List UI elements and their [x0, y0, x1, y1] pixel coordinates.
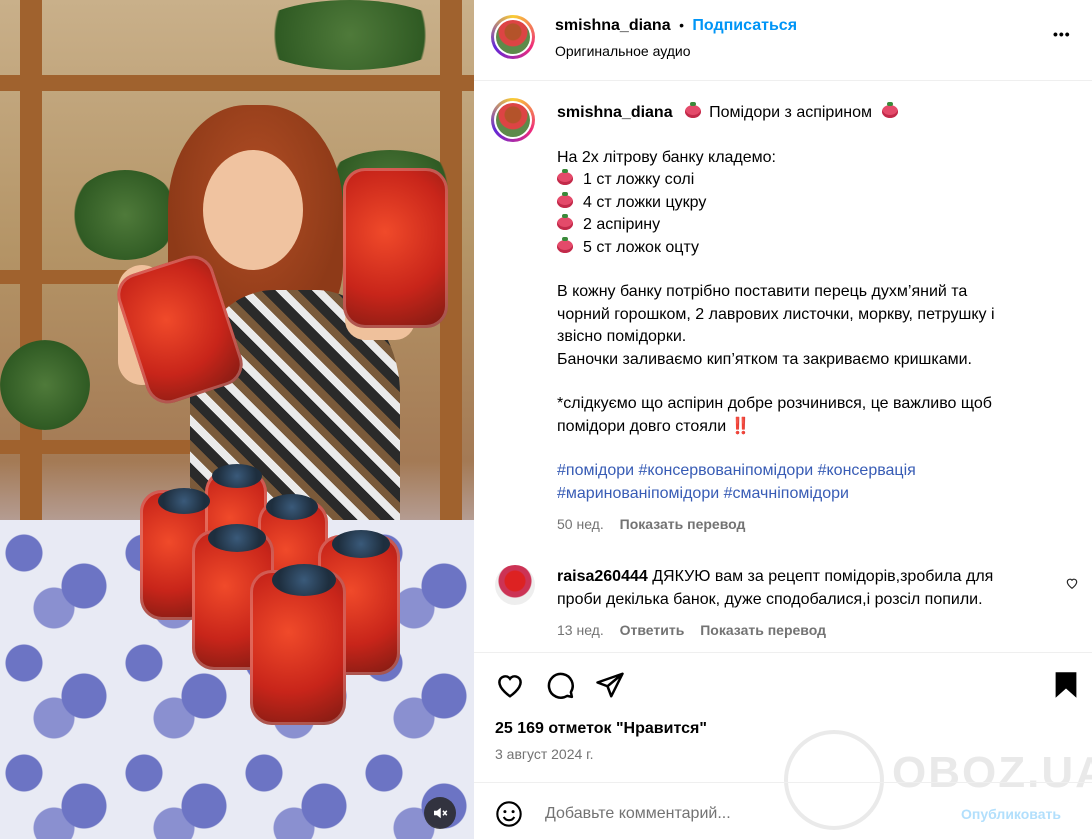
tomato-icon	[882, 102, 898, 118]
caption-paragraph-line: звісно помідорки.	[557, 328, 687, 345]
comment-text: ДЯКУЮ вам за рецепт помідорів,зробила дл…	[652, 568, 994, 585]
author-avatar[interactable]	[491, 15, 535, 59]
heart-icon[interactable]	[495, 670, 525, 700]
separator-dot: •	[679, 17, 684, 33]
emoji-icon[interactable]	[495, 800, 523, 828]
reply-button[interactable]: Ответить	[620, 622, 685, 638]
caption: smishna_diana Помідори з аспірином На 2х…	[557, 102, 1077, 536]
commenter-username[interactable]: raisa260444	[557, 568, 648, 585]
bookmark-icon[interactable]	[1052, 670, 1080, 700]
caption-age[interactable]: 50 нед.	[557, 516, 604, 532]
double-exclamation-icon: ‼️	[730, 417, 751, 435]
commenter-avatar[interactable]	[495, 565, 535, 605]
caption-note-line: помідори довго стояли ‼️	[557, 417, 751, 435]
caption-intro: На 2х літрову банку кладемо:	[557, 148, 776, 166]
comment-like-heart-icon[interactable]	[1065, 576, 1079, 590]
watermark-text: OBOZ.UA	[892, 748, 1092, 797]
watermark-globe-icon	[784, 730, 884, 830]
caption-paragraph-line: В кожну банку потрібно поставити перець …	[557, 283, 968, 300]
tomato-icon	[557, 214, 573, 230]
caption-translate-button[interactable]: Показать перевод	[620, 516, 746, 532]
author-username[interactable]: smishna_diana	[555, 17, 671, 34]
comment-age[interactable]: 13 нед.	[557, 622, 604, 638]
mute-button[interactable]	[424, 797, 456, 829]
post-panel: smishna_diana • Подписаться Оригинальное…	[474, 0, 1092, 839]
follow-button[interactable]: Подписаться	[692, 17, 797, 34]
tomato-icon	[557, 236, 573, 253]
caption-note-line: *слідкуємо що аспірин добре розчинився, …	[557, 395, 992, 412]
hashtags-line[interactable]: #маринованіпомідори #смачніпомідори	[557, 483, 1077, 506]
caption-paragraph-line: Баночки заливаємо кип’ятком та закриваєм…	[557, 350, 972, 368]
tomato-icon	[557, 191, 573, 208]
jar-lid	[158, 488, 210, 514]
caption-title-row: smishna_diana Помідори з аспірином	[557, 102, 1077, 125]
comment-input[interactable]: Добавьте комментарий...	[545, 805, 731, 823]
jar-lid	[208, 524, 266, 552]
jar-lid	[332, 530, 390, 558]
caption-paragraph-line: чорний горошком, 2 лаврових листочки, мо…	[557, 305, 995, 323]
ingredient-item: 4 ст ложки цукру	[557, 191, 1077, 215]
audio-label[interactable]: Оригинальное аудио	[555, 43, 691, 59]
shelf-board	[0, 75, 474, 91]
divider	[474, 652, 1092, 653]
plant	[70, 170, 180, 260]
jar-lid	[272, 564, 336, 596]
comment-text: проби декілька банок, дуже сподобалися,і…	[557, 590, 983, 608]
header-title-row: smishna_diana • Подписаться	[555, 17, 797, 35]
ingredient-item: 5 ст ложок оцту	[557, 236, 1077, 260]
comment-translate-button[interactable]: Показать перевод	[700, 622, 826, 638]
jar-lid	[212, 464, 262, 488]
divider	[474, 782, 1092, 783]
comment: raisa260444 ДЯКУЮ вам за рецепт помідорі…	[557, 566, 1037, 642]
hashtags-line[interactable]: #помідори #консервованіпомідори #консерв…	[557, 460, 1077, 483]
speaker-muted-icon	[434, 807, 448, 819]
likes-count[interactable]: 25 169 отметок "Нравится"	[495, 720, 707, 738]
post-media[interactable]	[0, 0, 474, 839]
comment-icon[interactable]	[545, 670, 575, 700]
tomato-icon	[685, 102, 702, 118]
publish-button[interactable]: Опубликовать	[961, 806, 1061, 822]
post-date: 3 август 2024 г.	[495, 746, 594, 762]
caption-username[interactable]: smishna_diana	[557, 104, 673, 121]
share-icon[interactable]	[595, 670, 625, 700]
caption-avatar[interactable]	[491, 98, 535, 142]
caption-meta: 50 нед. Показать перевод	[557, 513, 1077, 536]
tomato-jar	[343, 168, 448, 328]
woman-face	[203, 150, 303, 270]
jar-lid	[266, 494, 318, 520]
plant	[250, 0, 450, 70]
ingredient-item: 2 аспірину	[557, 214, 1077, 237]
ingredient-item: 1 ст ложку солі	[557, 169, 1077, 192]
tomato-icon	[557, 169, 573, 185]
plant	[0, 340, 90, 430]
caption-title: Помідори з аспірином	[709, 104, 872, 121]
more-options-icon[interactable]: •••	[1053, 26, 1071, 42]
post-header: smishna_diana • Подписаться Оригинальное…	[474, 0, 1092, 81]
shelf-board	[0, 440, 190, 454]
comment-meta: 13 нед. Ответить Показать перевод	[557, 619, 1037, 642]
